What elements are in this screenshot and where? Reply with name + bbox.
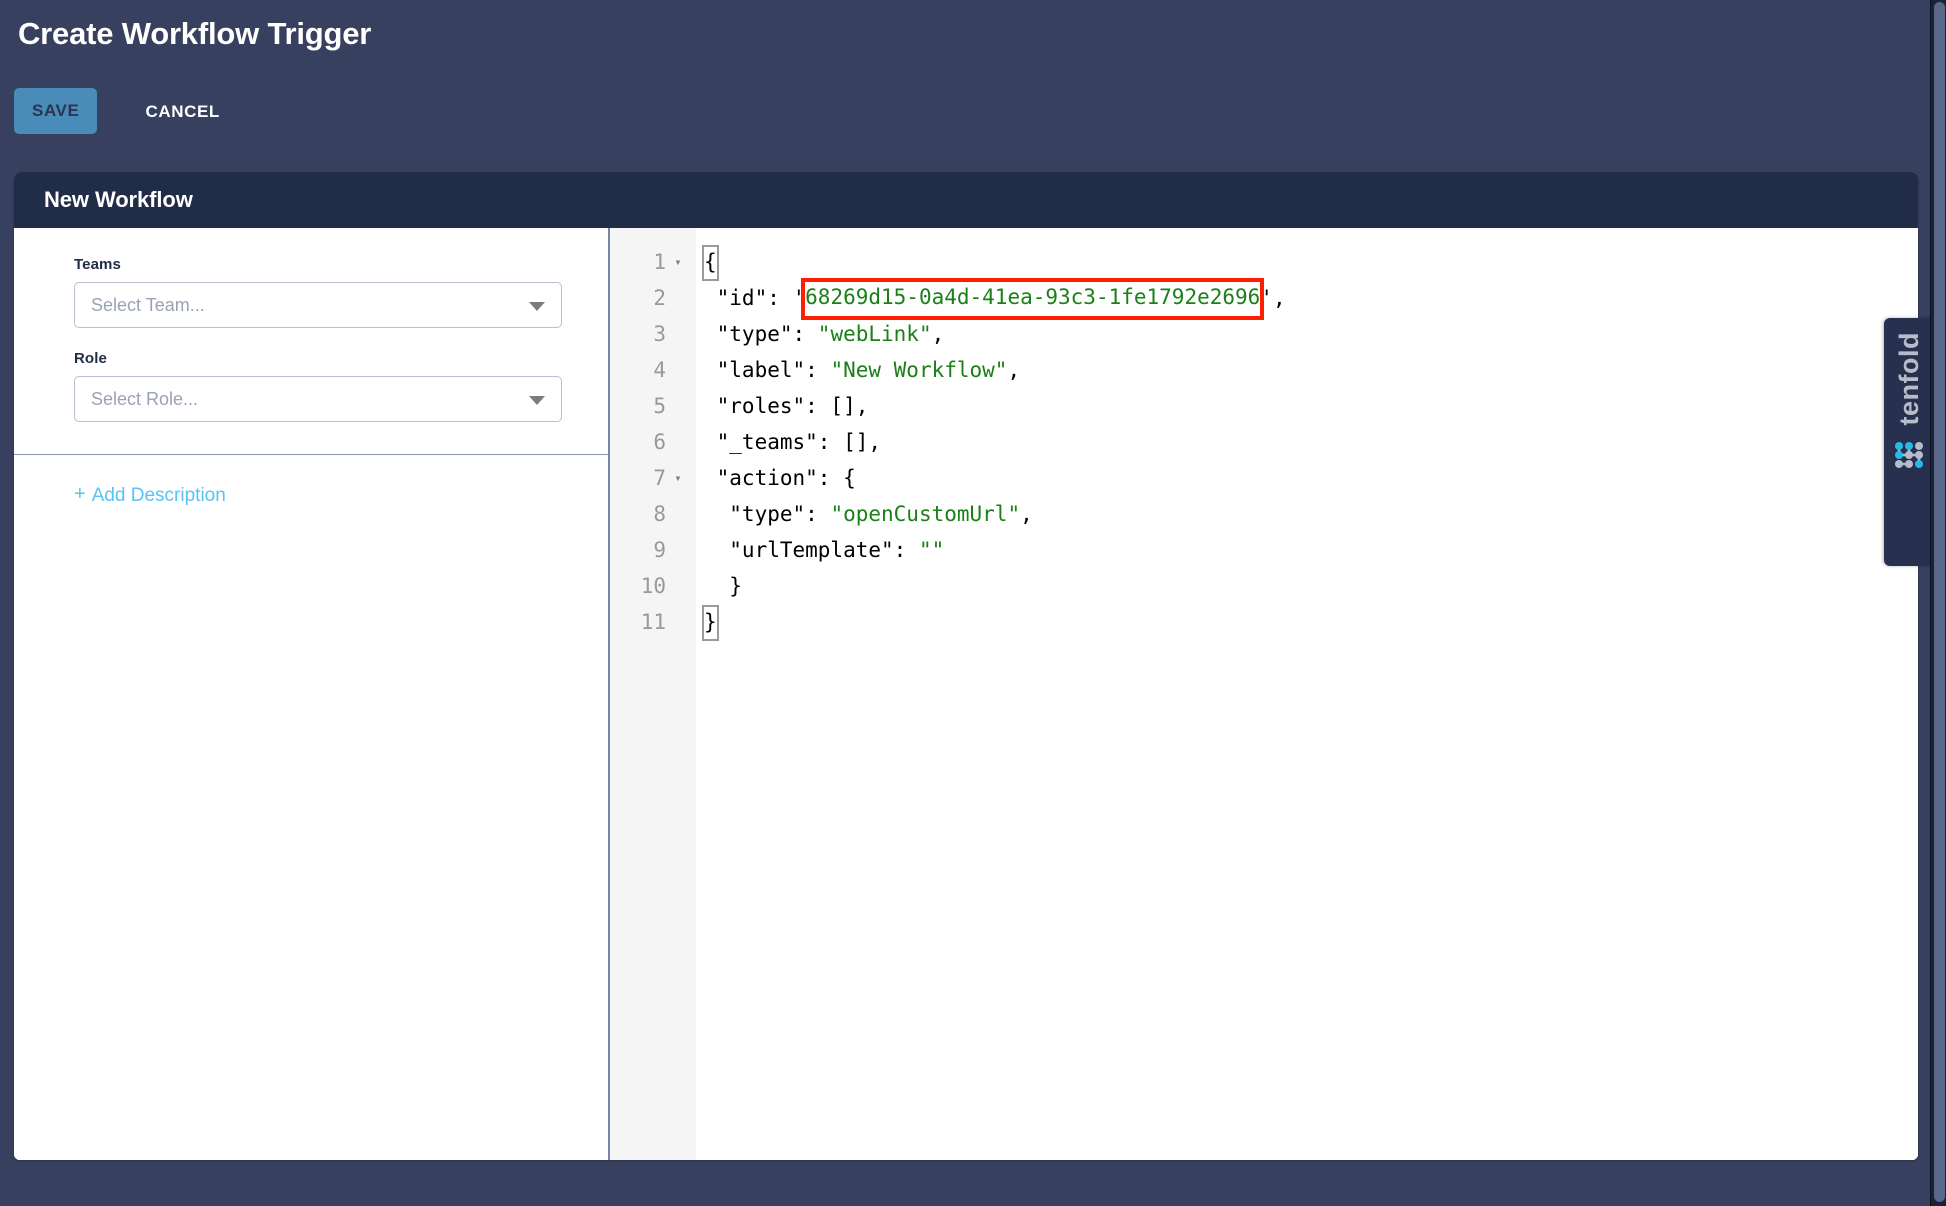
code-line: "_teams": [], xyxy=(704,424,1918,460)
code-line: "roles": [], xyxy=(704,388,1918,424)
line-number: 2 xyxy=(653,286,666,310)
teams-placeholder: Select Team... xyxy=(91,294,205,315)
code-suffix: , xyxy=(931,322,945,346)
code-suffix: , xyxy=(1007,358,1021,382)
fold-placeholder: ▾ xyxy=(670,604,686,640)
add-description-label: Add Description xyxy=(91,485,226,506)
form-pane: Teams Select Team... Role Select Role... xyxy=(14,228,608,1160)
add-description-link[interactable]: + Add Description xyxy=(74,483,226,507)
fold-placeholder: ▾ xyxy=(670,424,686,460)
gutter-line: 2 ▾ xyxy=(610,280,696,316)
editor-gutter: 1 ▾ 2 ▾ 3 ▾ 4 ▾ xyxy=(610,228,696,1160)
action-bar: SAVE CANCEL xyxy=(14,88,226,134)
field-role: Role Select Role... xyxy=(74,350,562,422)
code-value-action-type: "openCustomUrl" xyxy=(830,502,1021,526)
role-label: Role xyxy=(74,350,107,367)
page-title: Create Workflow Trigger xyxy=(18,16,372,51)
gutter-line: 4 ▾ xyxy=(610,352,696,388)
code-line: { xyxy=(702,244,1918,281)
scrollbar-thumb[interactable] xyxy=(1934,2,1945,1202)
card-title: New Workflow xyxy=(44,187,193,212)
code-suffix: , xyxy=(1020,502,1033,526)
fold-placeholder: ▾ xyxy=(670,568,686,604)
editor-code-area[interactable]: { "id": '68269d15-0a4d-41ea-93c3-1fe1792… xyxy=(696,228,1918,1160)
code-key-action: "action": { xyxy=(704,466,856,490)
code-line: "type": "webLink", xyxy=(704,316,1918,352)
gutter-line: 3 ▾ xyxy=(610,316,696,352)
gutter-line: 10 ▾ xyxy=(610,568,696,604)
tenfold-wordmark: tenfold xyxy=(1893,332,1924,426)
teams-select[interactable]: Select Team... xyxy=(74,282,562,328)
card-body: Teams Select Team... Role Select Role... xyxy=(14,228,1918,1160)
code-line: "label": "New Workflow", xyxy=(704,352,1918,388)
line-number: 3 xyxy=(653,322,666,346)
fold-placeholder: ▾ xyxy=(670,352,686,388)
gutter-line: 8 ▾ xyxy=(610,496,696,532)
fold-placeholder: ▾ xyxy=(670,496,686,532)
cancel-button[interactable]: CANCEL xyxy=(139,88,225,134)
tenfold-logo-icon xyxy=(1892,439,1926,474)
code-line: } xyxy=(702,604,1918,641)
code-value-urltemplate: "" xyxy=(918,538,945,562)
gutter-line: 11 ▾ xyxy=(610,604,696,640)
code-line: "action": { xyxy=(704,460,1918,496)
close-brace-matched: } xyxy=(702,605,719,641)
line-number: 9 xyxy=(653,538,666,562)
gutter-line: 5 ▾ xyxy=(610,388,696,424)
fold-placeholder: ▾ xyxy=(670,532,686,568)
open-brace-matched: { xyxy=(702,245,719,281)
json-editor[interactable]: 1 ▾ 2 ▾ 3 ▾ 4 ▾ xyxy=(608,228,1918,1160)
code-close-action: } xyxy=(704,574,742,598)
line-number: 10 xyxy=(640,574,666,598)
card-header: New Workflow xyxy=(14,172,1918,228)
fold-arrow-icon[interactable]: ▾ xyxy=(670,460,686,496)
field-teams: Teams Select Team... xyxy=(74,256,562,328)
gutter-line: 9 ▾ xyxy=(610,532,696,568)
app-root: Create Workflow Trigger SAVE CANCEL New … xyxy=(0,0,1946,1206)
chevron-down-icon xyxy=(529,396,545,405)
teams-label: Teams xyxy=(74,256,121,273)
line-number: 4 xyxy=(653,358,666,382)
chevron-down-icon xyxy=(529,302,545,311)
code-line: "type": "openCustomUrl", xyxy=(704,496,1918,532)
code-line: } xyxy=(704,568,1918,604)
form-section-assignment: Teams Select Team... Role Select Role... xyxy=(14,228,608,455)
code-key-label: "label": xyxy=(704,358,831,382)
code-key-id: "id": ' xyxy=(704,286,806,310)
fold-placeholder: ▾ xyxy=(670,388,686,424)
page-header: Create Workflow Trigger xyxy=(0,0,1930,54)
code-line: "urlTemplate": "" xyxy=(704,532,1918,568)
code-key-urltemplate: "urlTemplate": xyxy=(704,538,919,562)
role-placeholder: Select Role... xyxy=(91,388,199,409)
tenfold-branding-tab[interactable]: tenfold xyxy=(1884,318,1934,566)
highlighted-uuid-value: 68269d15-0a4d-41ea-93c3-1fe1792e2696 xyxy=(801,278,1265,320)
fold-placeholder: ▾ xyxy=(670,280,686,316)
line-number: 7 xyxy=(653,466,666,490)
save-button[interactable]: SAVE xyxy=(14,88,98,134)
gutter-line: 1 ▾ xyxy=(610,244,696,280)
line-number: 1 xyxy=(653,250,666,274)
page-scrollbar[interactable] xyxy=(1930,0,1946,1206)
workflow-card: New Workflow Teams Select Team... Role S… xyxy=(14,172,1918,1160)
code-value-label: "New Workflow" xyxy=(830,358,1008,382)
line-number: 11 xyxy=(640,610,666,634)
line-number: 5 xyxy=(653,394,666,418)
code-key-teams: "_teams": [], xyxy=(704,430,882,454)
code-key-type: "type": xyxy=(704,322,818,346)
code-key-roles: "roles": [], xyxy=(704,394,869,418)
code-line: "id": '68269d15-0a4d-41ea-93c3-1fe1792e2… xyxy=(704,278,1918,320)
fold-arrow-icon[interactable]: ▾ xyxy=(670,244,686,280)
role-select[interactable]: Select Role... xyxy=(74,376,562,422)
code-value-type: "webLink" xyxy=(817,322,932,346)
line-number: 6 xyxy=(653,430,666,454)
fold-placeholder: ▾ xyxy=(670,316,686,352)
code-suffix: ', xyxy=(1260,286,1286,310)
gutter-line: 6 ▾ xyxy=(610,424,696,460)
description-section: + Add Description xyxy=(14,455,608,507)
plus-icon: + xyxy=(74,483,86,505)
gutter-line: 7 ▾ xyxy=(610,460,696,496)
code-key-action-type: "type": xyxy=(704,502,831,526)
line-number: 8 xyxy=(653,502,666,526)
